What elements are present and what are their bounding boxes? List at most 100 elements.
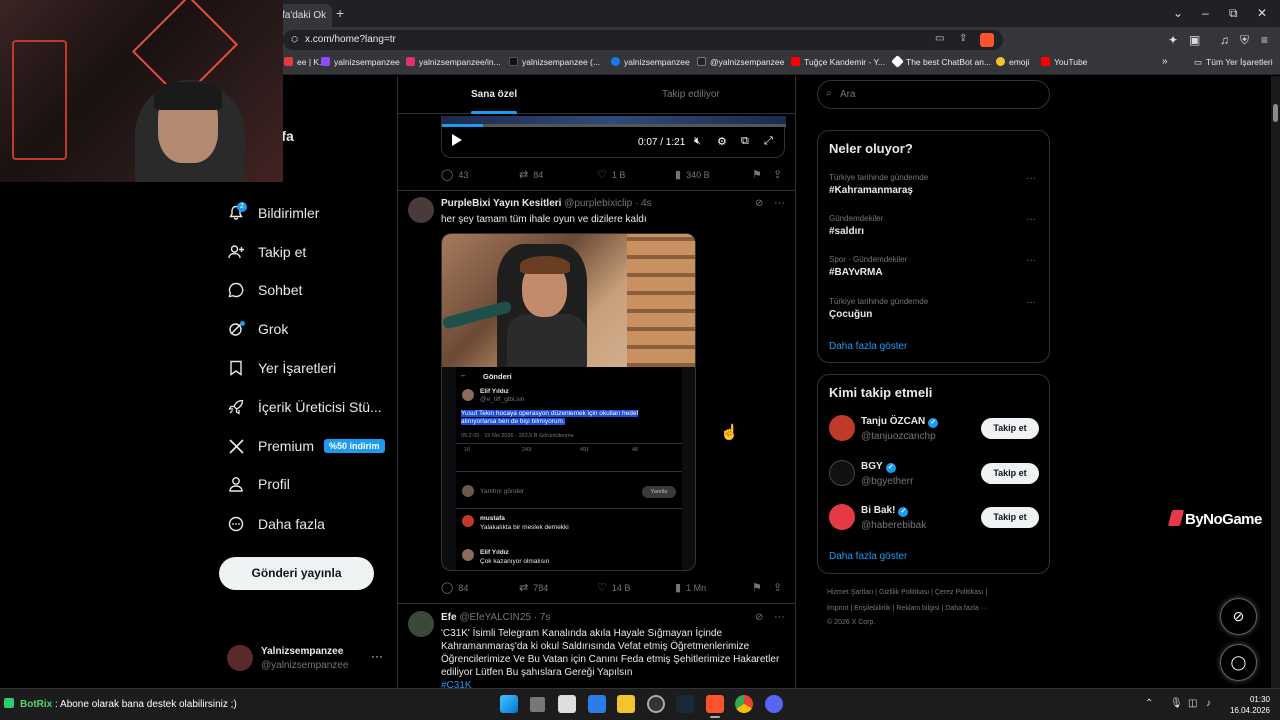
task-view-icon[interactable] xyxy=(530,697,545,712)
repost-button[interactable]: ⇄ 784 xyxy=(519,581,548,594)
grok-float-button[interactable]: ⊘ xyxy=(1220,598,1257,635)
video-progress-bar[interactable] xyxy=(442,124,786,127)
suggested-account-name[interactable]: Bi Bak! ✓ xyxy=(861,505,909,517)
share-tweet-button[interactable]: ⇪ xyxy=(773,581,787,594)
tab-following[interactable]: Takip ediliyor xyxy=(662,89,720,100)
microphone-icon[interactable]: 🎙︎ xyxy=(1170,698,1183,709)
views-button[interactable]: ▮ 1 Mn xyxy=(675,581,706,594)
tweet-author-name[interactable]: Efe xyxy=(441,612,457,623)
reply-button[interactable]: ◯ 43 xyxy=(441,168,468,181)
bookmark-item[interactable]: yalnizsempanzee xyxy=(321,57,400,67)
bookmark-tweet-button[interactable]: ⚑ xyxy=(752,581,767,594)
trend-item[interactable]: #saldırı xyxy=(829,226,864,237)
reply-button[interactable]: ◯ 84 xyxy=(441,581,468,594)
tweet-author-handle[interactable]: @EfeYALCIN25 · 7s xyxy=(459,612,550,623)
minimize-button[interactable]: – xyxy=(1202,6,1209,20)
avatar[interactable] xyxy=(829,460,855,486)
close-window-button[interactable]: ✕ xyxy=(1257,6,1267,20)
bookmark-item[interactable]: YouTube xyxy=(1041,57,1087,67)
nav-grok[interactable]: Grok xyxy=(227,314,288,344)
grok-explain-icon[interactable]: ⊘ xyxy=(755,198,763,209)
trend-item[interactable]: #BAYvRMA xyxy=(829,267,883,278)
bookmark-item[interactable]: emoji xyxy=(996,57,1029,67)
footer-links[interactable]: Hizmet Şartları | Gizlilik Politikası | … xyxy=(827,589,987,596)
obs-icon[interactable] xyxy=(647,695,665,713)
photos-icon[interactable] xyxy=(588,695,606,713)
steam-icon[interactable] xyxy=(676,695,694,713)
bookmark-item[interactable]: yalnizsempanzee/in... xyxy=(406,57,501,67)
chrome-icon[interactable] xyxy=(735,695,753,713)
nav-chat[interactable]: Sohbet xyxy=(227,275,302,305)
nav-profile[interactable]: Profil xyxy=(227,469,290,499)
bookmarks-overflow-button[interactable]: » xyxy=(1162,56,1168,67)
tab-search-icon[interactable]: ⌄ xyxy=(1173,6,1183,20)
fullscreen-icon[interactable]: ⤢ xyxy=(764,135,773,148)
scrollbar-thumb[interactable] xyxy=(1273,104,1278,122)
all-bookmarks-folder[interactable]: ▭ Tüm Yer İşaretleri xyxy=(1194,57,1273,68)
tab-for-you[interactable]: Sana özel xyxy=(471,89,517,100)
tweet-more-button[interactable]: ··· xyxy=(774,611,785,623)
repost-button[interactable]: ⇄ 84 xyxy=(519,168,543,181)
volume-mute-icon[interactable]: 🔇︎ xyxy=(694,135,701,148)
messages-float-button[interactable]: ◯ xyxy=(1220,644,1257,681)
volume-icon[interactable]: ♪ xyxy=(1206,698,1211,709)
video-player[interactable]: 0:07 / 1:21 🔇︎ ⚙ ⧉ ⤢ xyxy=(441,116,786,158)
nav-bookmarks[interactable]: Yer İşaretleri xyxy=(227,353,336,383)
nav-more[interactable]: Daha fazla xyxy=(227,509,325,539)
app-icon[interactable] xyxy=(558,695,576,713)
avatar[interactable] xyxy=(408,611,434,637)
trend-item[interactable]: Çocuğun xyxy=(829,309,872,320)
page-scrollbar[interactable] xyxy=(1271,76,1280,688)
like-button[interactable]: ♡ 1 B xyxy=(597,168,625,181)
new-tab-button[interactable]: + xyxy=(336,5,344,21)
follow-button[interactable]: Takip et xyxy=(981,507,1039,528)
site-info-icon[interactable]: ⛭ xyxy=(291,34,298,45)
share-icon[interactable]: ⇪ xyxy=(959,33,967,44)
follow-button[interactable]: Takip et xyxy=(981,418,1039,439)
grok-explain-icon[interactable]: ⊘ xyxy=(755,612,763,623)
brave-shields-icon[interactable] xyxy=(980,33,994,47)
share-tweet-button[interactable]: ⇪ xyxy=(773,168,787,181)
avatar[interactable] xyxy=(829,415,855,441)
extensions-icon[interactable]: ✦ xyxy=(1168,33,1178,47)
bookmark-item[interactable]: The best ChatBot an... xyxy=(891,55,991,68)
bookmark-item[interactable]: ee | K... xyxy=(284,57,326,67)
vpn-icon[interactable]: ⛨ xyxy=(1240,33,1249,48)
avatar[interactable] xyxy=(408,197,434,223)
bookmark-tweet-button[interactable]: ⚑ xyxy=(752,168,767,181)
nav-creator-studio[interactable]: İçerik Üreticisi Stü... xyxy=(227,392,382,422)
account-switcher[interactable]: Yalnizsempanzee @yalnizsempanzee ··· xyxy=(227,643,387,675)
account-more-button[interactable]: ··· xyxy=(371,649,383,663)
suggested-account-name[interactable]: Tanju ÖZCAN ✓ xyxy=(861,416,939,428)
trend-more-button[interactable]: ··· xyxy=(1026,173,1036,184)
tweet-author-handle[interactable]: @purplebixiclip · 4s xyxy=(564,198,651,209)
maximize-button[interactable]: ⧉ xyxy=(1229,6,1238,21)
tweet-author-name[interactable]: PurpleBixi Yayın Kesitleri xyxy=(441,198,561,209)
avatar[interactable] xyxy=(829,504,855,530)
menu-icon[interactable]: ≡ xyxy=(1261,33,1268,47)
discord-icon[interactable] xyxy=(765,695,783,713)
settings-gear-icon[interactable]: ⚙ xyxy=(717,135,727,148)
search-input[interactable]: ⌕ Ara xyxy=(817,80,1050,109)
nav-follow[interactable]: Takip et xyxy=(227,237,306,267)
suggested-account-name[interactable]: BGY ✓ xyxy=(861,461,896,473)
brave-icon[interactable] xyxy=(706,695,724,713)
follow-button[interactable]: Takip et xyxy=(981,463,1039,484)
bookmark-item[interactable]: yalnizsempanzee xyxy=(611,57,690,67)
post-button[interactable]: Gönderi yayınla xyxy=(219,557,374,590)
play-icon[interactable] xyxy=(452,134,462,146)
trends-show-more-link[interactable]: Daha fazla göster xyxy=(829,341,907,352)
bookmark-item[interactable]: yalnizsempanzee (... xyxy=(509,57,600,67)
like-button[interactable]: ♡ 14 B xyxy=(597,581,630,594)
music-icon[interactable]: ♫ xyxy=(1220,33,1229,47)
tweet-more-button[interactable]: ··· xyxy=(774,197,785,209)
address-bar[interactable]: ⛭ x.com/home?lang=tr ▭ ⇪ xyxy=(283,30,1003,50)
file-explorer-icon[interactable] xyxy=(617,695,635,713)
trend-more-button[interactable]: ··· xyxy=(1026,255,1036,266)
network-icon[interactable]: ◫ xyxy=(1188,698,1197,709)
bookmark-item[interactable]: Tuğçe Kandemir - Y... xyxy=(791,57,885,67)
trend-more-button[interactable]: ··· xyxy=(1026,297,1036,308)
views-button[interactable]: ▮ 340 B xyxy=(675,168,710,181)
windows-start-icon[interactable] xyxy=(500,695,518,713)
footer-links[interactable]: İmprint | Erişilebilirlik | Reklam bilgi… xyxy=(827,605,988,612)
